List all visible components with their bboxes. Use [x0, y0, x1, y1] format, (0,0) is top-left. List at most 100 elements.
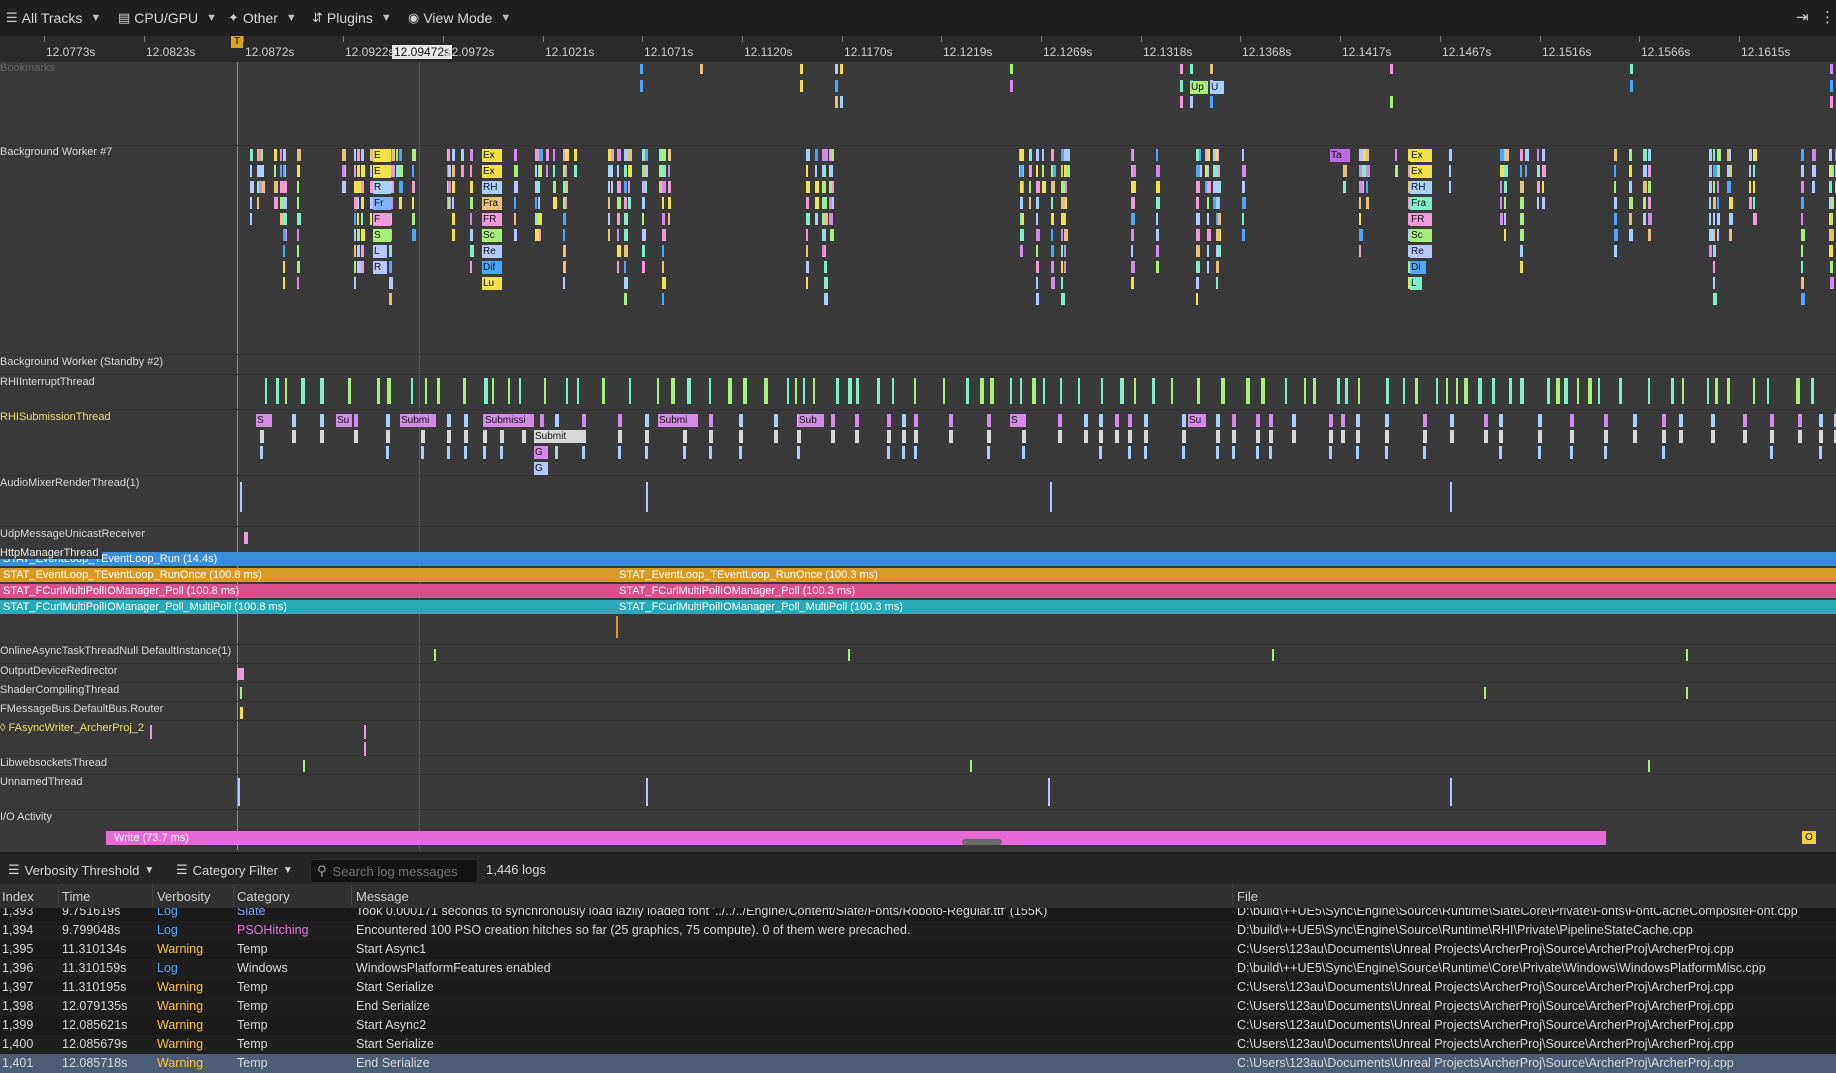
timing-event-sliver[interactable]	[1020, 181, 1023, 193]
timing-event-sliver[interactable]	[949, 430, 953, 443]
timing-event-sliver[interactable]	[348, 378, 351, 404]
log-row[interactable]: 1,397 11.310195s Warning Temp Start Serializ…	[0, 978, 1836, 997]
timing-event-sliver[interactable]	[1520, 245, 1523, 257]
timing-event-sliver[interactable]	[320, 414, 324, 427]
timing-event-sliver[interactable]	[1010, 80, 1013, 92]
timing-event-sliver[interactable]	[700, 64, 703, 74]
timing-event-sliver[interactable]	[276, 378, 279, 404]
timing-event-sliver[interactable]	[1633, 414, 1637, 427]
timing-event-sliver[interactable]	[1029, 181, 1031, 193]
timing-event-sliver[interactable]	[1499, 430, 1503, 443]
track-fmessagebus-router[interactable]: FMessageBus.DefaultBus.Router	[0, 703, 163, 715]
timing-event-sliver[interactable]	[1359, 197, 1361, 209]
timing-event-sliver[interactable]	[1801, 229, 1805, 241]
timing-event-sliver[interactable]	[1256, 446, 1259, 459]
timing-event-sliver[interactable]	[1520, 229, 1524, 241]
timing-event-sliver[interactable]	[361, 149, 364, 161]
log-row[interactable]: 1,394 9.799048s Log PSOHitching Encountered …	[0, 921, 1836, 940]
timing-event-sliver[interactable]	[1216, 430, 1220, 443]
timing-event-sliver[interactable]	[483, 446, 486, 459]
timing-event-sliver[interactable]	[1484, 414, 1488, 427]
timing-event-sliver[interactable]	[1520, 261, 1523, 273]
worker-event[interactable]: Ex	[482, 149, 502, 162]
timing-event-sliver[interactable]	[1604, 430, 1608, 443]
timing-event-sliver[interactable]	[1058, 414, 1062, 427]
timing-event-sliver[interactable]	[1099, 414, 1103, 427]
timing-event-sliver[interactable]	[797, 446, 800, 459]
timing-event-sliver[interactable]	[1648, 760, 1650, 772]
timing-event-sliver[interactable]	[1050, 482, 1052, 512]
timing-event-sliver[interactable]	[1648, 213, 1652, 225]
timing-event-sliver[interactable]	[1131, 181, 1133, 193]
timing-event-sliver[interactable]	[1614, 149, 1617, 161]
timing-event-sliver[interactable]	[1713, 197, 1716, 209]
timing-event-sliver[interactable]	[1362, 165, 1366, 177]
http-event-poll[interactable]: STAT_FCurlMultiPollIOManager_Poll (100.8…	[0, 584, 616, 598]
timing-event-sliver[interactable]	[830, 229, 834, 241]
timing-event-sliver[interactable]	[806, 245, 808, 257]
timing-event-sliver[interactable]	[1242, 149, 1244, 161]
timing-event-sliver[interactable]	[261, 149, 263, 161]
timing-event-sliver[interactable]	[1216, 414, 1220, 427]
timing-event-sliver[interactable]	[577, 378, 579, 404]
timing-event-sliver[interactable]	[1801, 165, 1804, 177]
timing-event-sliver[interactable]	[1232, 414, 1236, 427]
timing-event-sliver[interactable]	[1679, 414, 1683, 427]
timing-event-sliver[interactable]	[1051, 229, 1053, 241]
timing-event-sliver[interactable]	[1679, 430, 1683, 443]
timing-event-sliver[interactable]	[1415, 378, 1418, 404]
timing-event-sliver[interactable]	[1022, 446, 1025, 459]
timing-event-sliver[interactable]	[1029, 165, 1032, 177]
timing-event-sliver[interactable]	[357, 245, 360, 257]
timing-event-sliver[interactable]	[1829, 213, 1831, 225]
track-online-async-task-thread[interactable]: OnlineAsyncTaskThreadNull DefaultInstanc…	[0, 645, 231, 657]
timing-event-sliver[interactable]	[1713, 213, 1715, 225]
timing-event-sliver[interactable]	[1131, 213, 1135, 225]
timing-event-sliver[interactable]	[260, 430, 264, 443]
timing-event-sliver[interactable]	[399, 181, 403, 193]
timing-event-sliver[interactable]	[1131, 229, 1134, 241]
timing-event-sliver[interactable]	[671, 378, 675, 404]
timing-event-sliver[interactable]	[1525, 149, 1529, 161]
timing-event-sliver[interactable]	[1770, 446, 1773, 459]
timing-event-sliver[interactable]	[260, 446, 263, 459]
timing-event-sliver[interactable]	[1629, 229, 1633, 241]
timing-event-sliver[interactable]	[1713, 181, 1715, 193]
timing-event-sliver[interactable]	[1128, 446, 1131, 459]
timing-event-sliver[interactable]	[1060, 378, 1062, 404]
timing-event-sliver[interactable]	[1614, 213, 1617, 225]
timing-event-sliver[interactable]	[1061, 149, 1064, 161]
rhi-event[interactable]: S	[256, 414, 272, 427]
timing-event-sliver[interactable]	[1504, 149, 1506, 161]
timing-event-sliver[interactable]	[1436, 378, 1438, 404]
timing-event-sliver[interactable]	[1520, 197, 1524, 209]
timing-event-sliver[interactable]	[150, 725, 152, 739]
timing-event-sliver[interactable]	[646, 482, 648, 512]
timing-event-sliver[interactable]	[1207, 213, 1209, 225]
timing-event-sliver[interactable]	[1801, 197, 1804, 209]
timing-event-sliver[interactable]	[354, 165, 356, 177]
timing-event-sliver[interactable]	[1801, 213, 1803, 225]
column-header-category[interactable]: Category	[237, 889, 290, 904]
timing-event-sliver[interactable]	[1051, 197, 1053, 209]
timing-event-sliver[interactable]	[412, 181, 415, 193]
time-ruler[interactable]: 12.09472s 12.0773s 12.0823s 12.0872s 12.092…	[0, 36, 1836, 63]
timing-event-sliver[interactable]	[285, 378, 287, 404]
timing-event-sliver[interactable]	[354, 229, 356, 241]
column-header-time[interactable]: Time	[62, 889, 90, 904]
timing-event-sliver[interactable]	[301, 378, 305, 404]
timing-event-sliver[interactable]	[624, 245, 628, 257]
log-table-body[interactable]: 1,393 9.751619s Log Slate Took 0.000171 seco…	[0, 908, 1836, 1073]
timing-event-sliver[interactable]	[943, 378, 945, 404]
timing-event-sliver[interactable]	[1216, 213, 1218, 225]
timing-event-sliver[interactable]	[824, 165, 826, 177]
timing-event-sliver[interactable]	[835, 64, 838, 74]
timing-event-sliver[interactable]	[447, 446, 450, 459]
timing-event-sliver[interactable]	[399, 149, 402, 161]
worker-event[interactable]: FR	[482, 213, 502, 226]
timing-event-sliver[interactable]	[1207, 261, 1209, 273]
timing-event-sliver[interactable]	[1196, 277, 1199, 289]
timing-event-sliver[interactable]	[582, 414, 586, 427]
timing-event-sliver[interactable]	[774, 414, 778, 427]
timing-event-sliver[interactable]	[538, 197, 540, 209]
